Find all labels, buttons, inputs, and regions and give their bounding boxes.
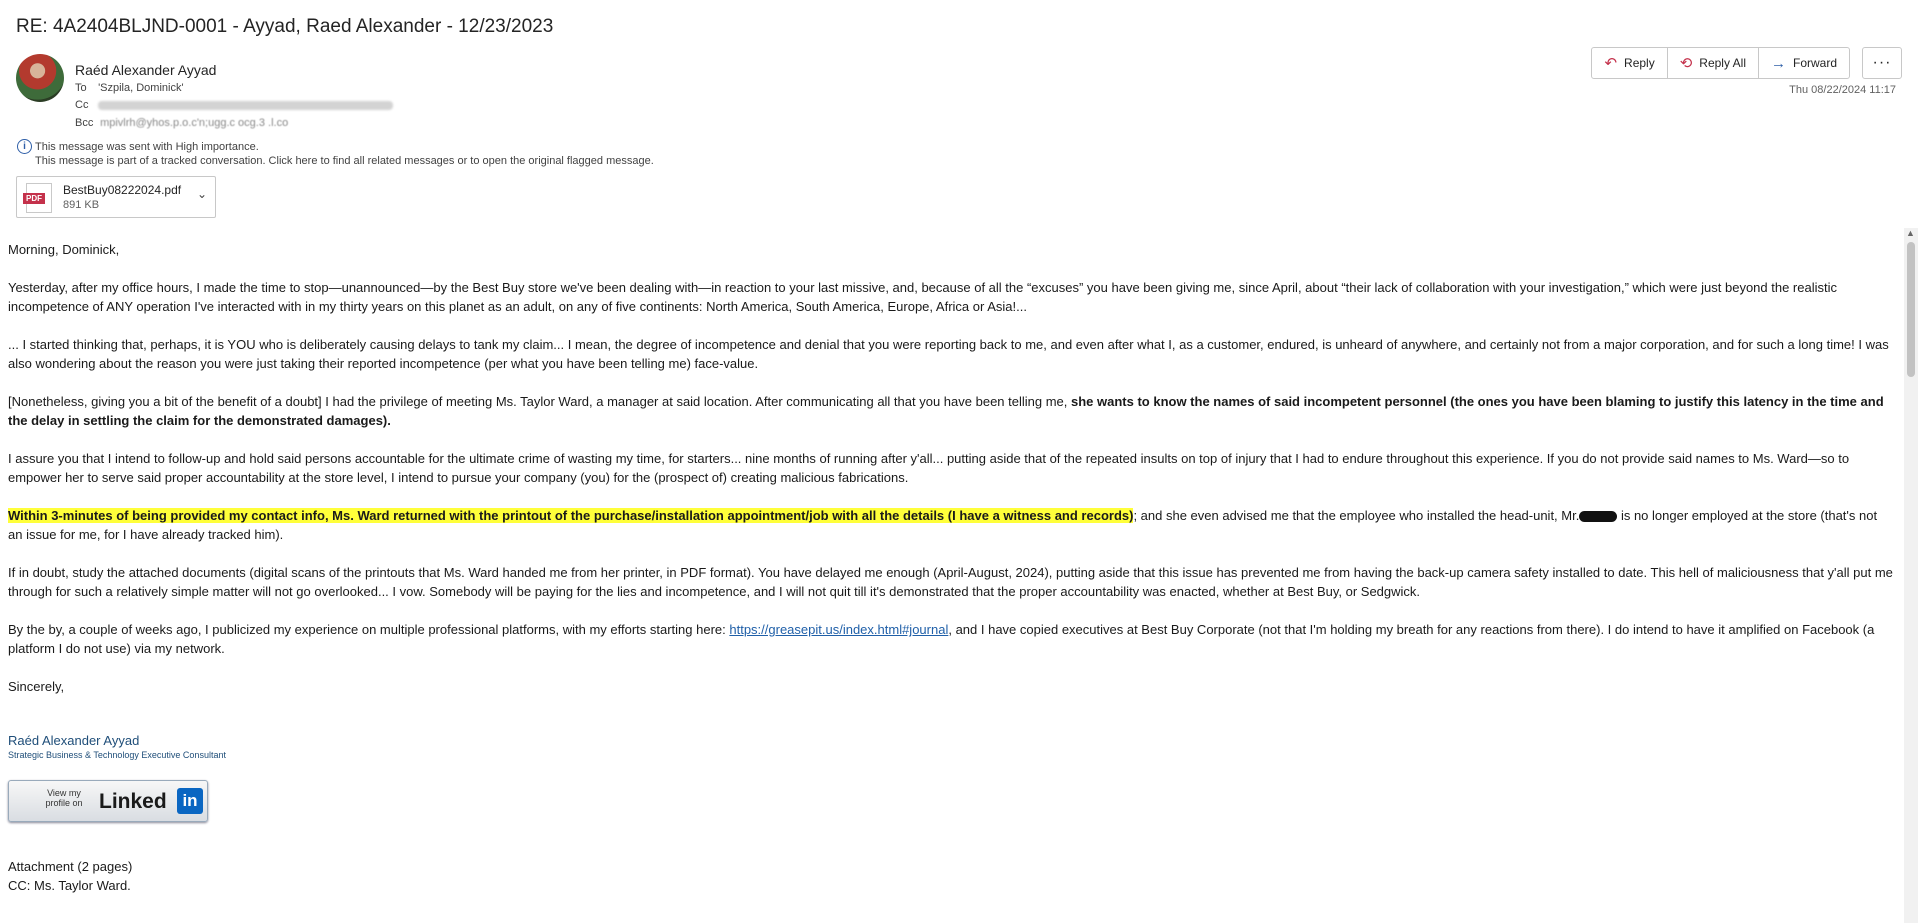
paragraph-2: ... I started thinking that, perhaps, it… (8, 337, 1889, 371)
badge-caption: View my profile on (45, 788, 83, 808)
importance-notice: This message was sent with High importan… (35, 141, 259, 153)
linkedin-profile-badge[interactable]: View my profile on Linked in (8, 780, 208, 822)
to-row: To 'Szpila, Dominick' (75, 82, 184, 94)
info-icon: i (17, 139, 32, 154)
forward-icon: → (1770, 54, 1786, 72)
scrollbar-thumb[interactable] (1907, 242, 1915, 377)
paragraph-5: Within 3-minutes of being provided my co… (8, 508, 1878, 542)
cc-note: CC: Ms. Taylor Ward. (8, 878, 131, 893)
reply-all-button[interactable]: ⟲ Reply All (1668, 48, 1759, 78)
attachment-size: 891 KB (63, 199, 100, 211)
reply-label: Reply (1624, 56, 1655, 70)
more-actions-button[interactable]: ··· (1862, 47, 1902, 79)
journal-link[interactable]: https://greasepit.us/index.html#journal (729, 622, 948, 637)
attachment-card[interactable]: PDF BestBuy08222024.pdf 891 KB ⌄ (16, 176, 216, 218)
attachment-note: Attachment (2 pages) (8, 859, 133, 874)
pdf-file-icon: PDF (23, 183, 52, 213)
forward-button[interactable]: → Forward (1759, 48, 1849, 78)
reply-all-label: Reply All (1699, 56, 1746, 70)
attachment-name: BestBuy08222024.pdf (63, 183, 182, 197)
paragraph-3: [Nonetheless, giving you a bit of the be… (8, 394, 1884, 428)
cc-recipients-redacted (98, 100, 394, 110)
greeting: Morning, Dominick, (8, 242, 120, 257)
bcc-recipients[interactable]: mpivlrh@yhos.p.o.c'n;ugg.c ocg.3 .l.co (100, 117, 288, 129)
signature-name: Raéd Alexander Ayyad (8, 733, 140, 748)
cc-row: Cc (75, 99, 394, 111)
paragraph-7: By the by, a couple of weeks ago, I publ… (8, 622, 1875, 656)
badge-wordmark: Linked (99, 790, 167, 813)
highlighted-text: Within 3-minutes of being provided my co… (8, 508, 1134, 523)
forward-label: Forward (1792, 56, 1837, 70)
paragraph-6: If in doubt, study the attached document… (8, 565, 1893, 599)
reply-icon: ↶ (1604, 55, 1618, 72)
message-date: Thu 08/22/2024 11:17 (1789, 84, 1896, 96)
redacted-name (1579, 511, 1618, 523)
linkedin-icon: in (177, 788, 203, 814)
message-body: Morning, Dominick, Yesterday, after my o… (8, 240, 1893, 715)
message-info: This message was sent with High importan… (35, 140, 654, 168)
paragraph-1: Yesterday, after my office hours, I made… (8, 280, 1837, 314)
scroll-up-icon[interactable]: ▲ (1906, 228, 1915, 238)
cc-label: Cc (75, 99, 89, 111)
bcc-label: Bcc (75, 117, 94, 129)
reply-button[interactable]: ↶ Reply (1592, 48, 1668, 78)
tracked-conversation-notice[interactable]: This message is part of a tracked conver… (35, 154, 654, 168)
paragraph-4: I assure you that I intend to follow-up … (8, 451, 1850, 485)
chevron-down-icon[interactable]: ⌄ (197, 187, 207, 201)
message-subject: RE: 4A2404BLJND-0001 - Ayyad, Raed Alexa… (16, 16, 554, 37)
bcc-row: Bcc mpivlrh@yhos.p.o.c'n;ugg.c ocg.3 .l.… (75, 117, 288, 129)
to-label: To (75, 82, 87, 94)
signature-title: Strategic Business & Technology Executiv… (8, 750, 226, 760)
closing: Sincerely, (8, 679, 65, 694)
more-icon: ··· (1872, 54, 1892, 71)
reply-all-icon: ⟲ (1679, 55, 1693, 72)
sender-avatar[interactable] (16, 54, 64, 102)
sender-name[interactable]: Raéd Alexander Ayyad (75, 62, 216, 78)
vertical-scrollbar[interactable]: ▲ (1904, 228, 1918, 923)
message-actions: ↶ Reply ⟲ Reply All → Forward (1591, 47, 1850, 79)
to-recipient[interactable]: 'Szpila, Dominick' (98, 82, 184, 94)
